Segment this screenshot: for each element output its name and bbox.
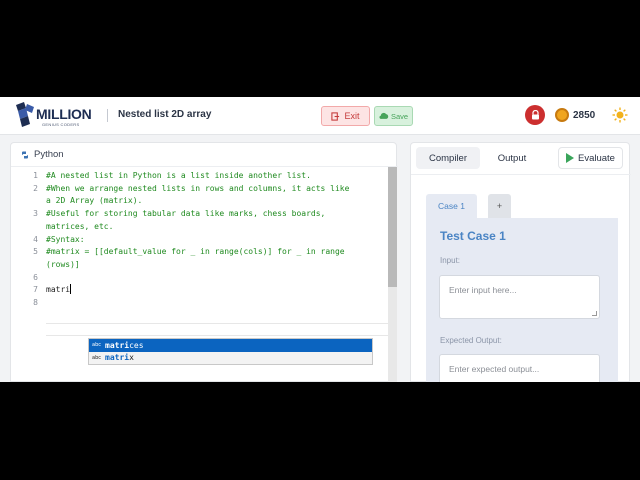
- code-line: 2 #When we arrange nested lists in rows a…: [11, 183, 386, 196]
- coin-balance: 2850: [552, 104, 602, 126]
- suggestion-word: matrices: [105, 341, 144, 350]
- header-divider: [107, 109, 108, 122]
- evaluate-label: Evaluate: [578, 152, 615, 164]
- text-cursor: [70, 284, 72, 295]
- code-line: 6: [11, 272, 386, 285]
- code-line: matrices, etc.: [11, 221, 386, 234]
- text-kind-icon: abc: [92, 354, 101, 361]
- tab-compiler[interactable]: Compiler: [416, 147, 480, 169]
- exit-label: Exit: [344, 111, 360, 121]
- suggestion-rest: x: [129, 353, 134, 363]
- code-text: #matrix = [[default_value for _ in range…: [46, 247, 345, 257]
- code-line-current: 7 matri: [11, 284, 386, 297]
- app-window: MILLION GENIUS CODERS Nested list 2D arr…: [0, 97, 640, 382]
- suggestion-item[interactable]: abc matrix: [89, 352, 372, 365]
- cloud-icon: [379, 112, 389, 119]
- lock-icon: [531, 110, 539, 120]
- code-line: 4 #Syntax:: [11, 234, 386, 247]
- coin-icon: [555, 108, 569, 122]
- expected-output-label: Expected Output:: [440, 336, 502, 345]
- add-case-button[interactable]: +: [488, 194, 511, 218]
- editor-divider: [11, 166, 398, 167]
- input-placeholder: Enter input here...: [449, 285, 517, 295]
- language-tab[interactable]: Python: [21, 149, 64, 160]
- suggestion-word: matrix: [105, 353, 134, 362]
- exit-button[interactable]: Exit: [321, 106, 370, 126]
- panel-divider: [411, 174, 631, 175]
- top-header: MILLION GENIUS CODERS Nested list 2D arr…: [0, 97, 640, 135]
- current-line-highlight: [46, 323, 396, 336]
- input-textarea[interactable]: Enter input here...: [439, 275, 600, 319]
- million-logo-icon: [16, 102, 34, 127]
- save-button[interactable]: Save: [374, 106, 413, 126]
- text-kind-icon: abc: [92, 342, 101, 349]
- tab-output[interactable]: Output: [489, 147, 535, 169]
- autocomplete-popup: abc matrices abc matrix: [88, 338, 373, 365]
- expected-output-textarea[interactable]: Enter expected output...: [439, 354, 600, 382]
- exit-icon: [331, 111, 340, 121]
- play-icon: [566, 153, 574, 163]
- line-number: 1: [33, 171, 38, 180]
- code-area[interactable]: 1 #A nested list in Python is a list insi…: [11, 170, 386, 310]
- line-number: [11, 195, 46, 208]
- suggestion-item[interactable]: abc matrices: [89, 339, 372, 352]
- logo[interactable]: MILLION GENIUS CODERS: [14, 102, 94, 130]
- test-panel: Compiler Output Evaluate Case 1 + Test C…: [410, 142, 631, 382]
- code-text: a 2D Array (matrix).: [46, 196, 143, 206]
- line-number: 3: [33, 209, 38, 219]
- save-label: Save: [390, 111, 409, 121]
- code-text: matri: [46, 285, 71, 295]
- test-case-title: Test Case 1: [440, 229, 506, 243]
- evaluate-button[interactable]: Evaluate: [558, 147, 623, 169]
- line-number: 8: [33, 298, 38, 308]
- line-number: 2: [33, 183, 38, 193]
- code-line: a 2D Array (matrix).: [11, 195, 386, 208]
- suggestion-match: matri: [105, 353, 130, 363]
- logo-text: MILLION: [36, 106, 92, 122]
- python-icon: [22, 151, 28, 158]
- code-text: matrices, etc.: [46, 221, 114, 231]
- code-text: #Useful for storing tabular data like ma…: [46, 209, 326, 219]
- editor-scrollbar-thumb[interactable]: [388, 167, 397, 287]
- line-number: [11, 221, 46, 234]
- resize-handle-icon[interactable]: [592, 311, 597, 316]
- code-text: #Syntax:: [46, 234, 85, 244]
- coin-count: 2850: [573, 109, 596, 121]
- code-text: #When we arrange nested lists in rows an…: [46, 183, 350, 193]
- code-text: (rows)]: [46, 259, 80, 269]
- code-line: 5 #matrix = [[default_value for _ in rang…: [11, 246, 386, 259]
- tab-case-1[interactable]: Case 1: [426, 194, 477, 218]
- line-number: 4: [33, 234, 38, 244]
- line-number: [11, 259, 46, 272]
- page-title: Nested list 2D array: [118, 109, 212, 120]
- code-line: 3 #Useful for storing tabular data like m…: [11, 208, 386, 221]
- expected-output-placeholder: Enter expected output...: [449, 364, 540, 374]
- code-text: #A nested list in Python is a list insid…: [46, 171, 311, 180]
- sun-icon[interactable]: [612, 107, 628, 123]
- line-number: 5: [33, 247, 38, 257]
- code-line: 8: [11, 297, 386, 310]
- suggestion-rest: ces: [129, 340, 144, 350]
- code-editor-panel: Python 1 #A nested list in Python is a li…: [10, 142, 398, 382]
- language-label: Python: [34, 149, 64, 160]
- line-number: 6: [33, 272, 38, 282]
- code-line: (rows)]: [11, 259, 386, 272]
- code-line: 1 #A nested list in Python is a list insi…: [11, 170, 386, 183]
- test-case-card: Test Case 1 Input: Enter input here... E…: [426, 218, 618, 382]
- logo-subtext: GENIUS CODERS: [42, 122, 80, 127]
- input-label: Input:: [440, 256, 461, 265]
- line-number: 7: [33, 285, 38, 295]
- lock-button[interactable]: [525, 105, 545, 125]
- suggestion-match: matri: [105, 340, 130, 350]
